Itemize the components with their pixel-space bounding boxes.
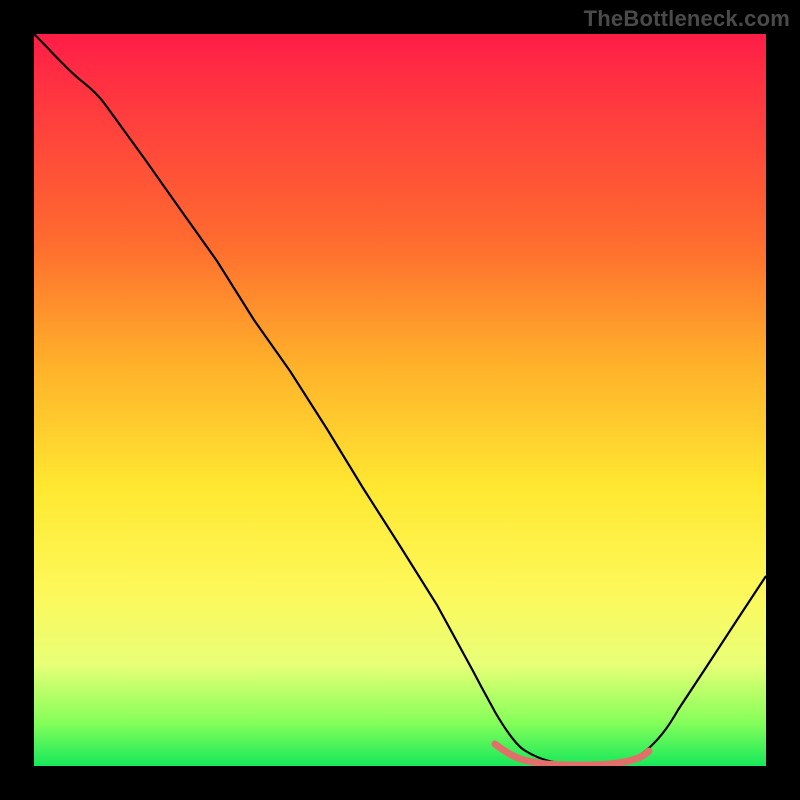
curve-bottom-highlight-path	[495, 744, 649, 765]
plot-area	[34, 34, 766, 766]
bottleneck-curve	[34, 34, 766, 766]
watermark-text: TheBottleneck.com	[584, 6, 790, 32]
chart-frame: TheBottleneck.com	[0, 0, 800, 800]
curve-main-path	[34, 34, 766, 765]
